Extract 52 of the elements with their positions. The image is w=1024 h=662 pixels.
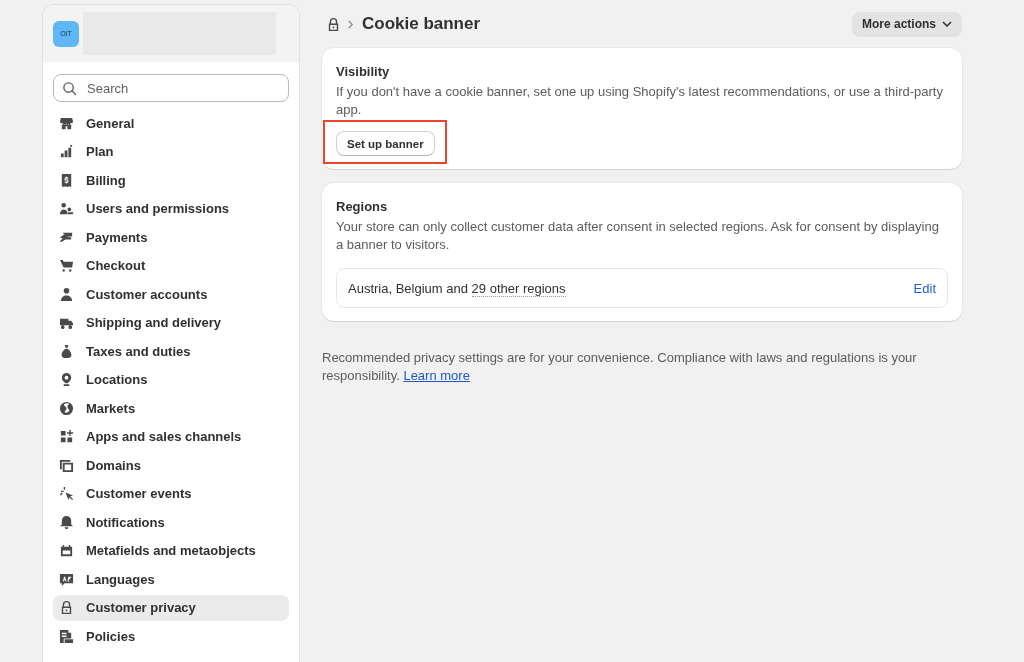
sidebar-item[interactable]: Policies bbox=[53, 623, 289, 649]
windows-icon bbox=[59, 457, 74, 473]
lock-icon[interactable] bbox=[326, 16, 341, 32]
cursor-click-icon bbox=[59, 486, 74, 501]
bell-icon bbox=[59, 514, 74, 530]
lock-icon bbox=[59, 600, 74, 615]
caret-icon bbox=[942, 21, 952, 27]
sidebar-item[interactable]: Markets bbox=[53, 395, 289, 421]
sidebar-item[interactable]: Notifications bbox=[53, 509, 289, 535]
sidebar-item[interactable]: Domains bbox=[53, 452, 289, 478]
card-title: Visibility bbox=[336, 64, 391, 79]
bar-chart-icon bbox=[59, 144, 74, 159]
sidebar-item[interactable]: Customer events bbox=[53, 480, 289, 507]
sidebar-item[interactable]: Apps and sales channels bbox=[53, 423, 289, 450]
sidebar-item[interactable]: Billing bbox=[53, 167, 289, 193]
sidebar-item[interactable]: Checkout bbox=[53, 252, 289, 279]
pin-icon bbox=[59, 372, 74, 387]
sidebar-item[interactable]: Taxes and duties bbox=[53, 338, 289, 364]
learn-more-link[interactable]: Learn more bbox=[403, 368, 470, 383]
more-actions-button[interactable]: More actions bbox=[852, 11, 962, 37]
users-icon bbox=[59, 201, 74, 216]
card-description: If you don't have a cookie banner, set one up using Shopify's latest recommendations, or use a third-party app. bbox=[336, 83, 944, 119]
sidebar-item[interactable]: General bbox=[53, 110, 289, 136]
sidebar-item[interactable]: Payments bbox=[53, 224, 289, 250]
money-bag-icon bbox=[59, 343, 74, 359]
sidebar-item[interactable]: Customer accounts bbox=[53, 281, 289, 307]
edit-link[interactable]: Edit bbox=[913, 280, 936, 296]
calendar-icon bbox=[59, 543, 74, 558]
receipt-icon bbox=[59, 172, 74, 188]
sidebar-item[interactable]: Users and permissions bbox=[53, 195, 289, 222]
translate-icon bbox=[59, 571, 74, 587]
card-description: Your store can only collect customer data after consent in selected regions. Ask for consent by displaying a banner to visitors. bbox=[336, 218, 940, 254]
page-title: Cookie banner bbox=[362, 14, 482, 34]
card-title: Regions bbox=[336, 199, 389, 214]
sidebar-item[interactable]: Plan bbox=[53, 138, 289, 165]
sidebar-item[interactable]: Locations bbox=[53, 366, 289, 393]
cart-icon bbox=[59, 258, 74, 273]
sidebar-item[interactable]: Metafields and metaobjects bbox=[53, 537, 289, 564]
grid-icon bbox=[59, 429, 74, 444]
set-up-banner-button[interactable]: Set up banner bbox=[336, 131, 435, 156]
search-field[interactable]: Search bbox=[53, 74, 289, 102]
store-icon bbox=[59, 115, 74, 131]
sidebar-item[interactable]: Shipping and delivery bbox=[53, 309, 289, 336]
chevron-right-icon bbox=[347, 19, 354, 29]
document-icon bbox=[59, 628, 74, 644]
globe-icon bbox=[59, 400, 74, 416]
footer-note: Recommended privacy settings are for your convenience. Compliance with laws and regulations is your responsibility. Learn more bbox=[322, 349, 918, 385]
regions-tooltip-link[interactable]: 29 other regions bbox=[471, 280, 566, 297]
regions-summary: Austria, Belgium and 29 other regions bbox=[348, 280, 566, 296]
sidebar-item[interactable]: Customer privacy bbox=[53, 594, 289, 621]
person-icon bbox=[59, 286, 74, 302]
sidebar-item[interactable]: Languages bbox=[53, 566, 289, 592]
